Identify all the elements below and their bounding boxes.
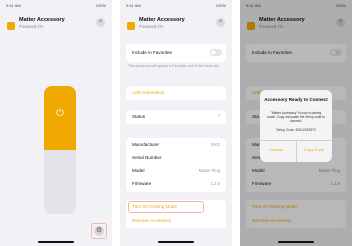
- turn-on-pairing-mode-button[interactable]: Turn On Pairing Mode: [132, 204, 177, 209]
- close-button[interactable]: ×: [216, 18, 225, 27]
- status-row[interactable]: Status ›: [126, 110, 226, 124]
- firmware-value: 1.2.6: [210, 181, 220, 186]
- add-automation-link[interactable]: Add Automation: [132, 90, 164, 95]
- home-indicator: [38, 241, 74, 243]
- manufacturer-value: NXO: [210, 142, 220, 147]
- copy-code-button[interactable]: Copy Code: [304, 147, 324, 152]
- home-indicator: [278, 241, 314, 243]
- remove-accessory-button[interactable]: Remove Accessory: [132, 218, 171, 223]
- accessory-status: Powered On: [139, 24, 164, 29]
- favorites-label: Include in Favorites: [132, 50, 172, 55]
- battery-status: 100%: [95, 3, 106, 8]
- settings-icon[interactable]: ⚙: [94, 226, 104, 236]
- firmware-label: Firmware: [132, 181, 152, 186]
- power-icon: ⏻: [56, 108, 64, 119]
- accessory-name: Matter Accessory: [139, 17, 185, 23]
- setup-code: Setup Code: 30012023970: [276, 128, 316, 132]
- favorites-card: Include in Favorites: [126, 44, 226, 62]
- favorites-note: This accessory will appear in Favorites,…: [128, 64, 220, 68]
- close-button[interactable]: ×: [96, 18, 105, 27]
- screen-pairing-alert: 9:41 AM 100% Matter Accessory Powered On…: [240, 0, 352, 246]
- accessory-icon: [6, 18, 16, 30]
- status-time: 9:41 AM: [126, 3, 141, 8]
- status-label: Status: [132, 114, 146, 119]
- accessory-name: Matter Accessory: [19, 17, 65, 23]
- chevron-right-icon: ›: [218, 113, 220, 119]
- accessory-icon: [126, 18, 136, 30]
- status-bar: 9:41 AM 100%: [126, 3, 226, 11]
- screen-accessory-control: 9:41 AM 100% Matter Accessory Powered On…: [0, 0, 112, 246]
- dismiss-button[interactable]: Dismiss: [269, 147, 283, 152]
- alert-button-divider: [296, 140, 297, 162]
- favorites-toggle[interactable]: [210, 49, 222, 56]
- pairing-alert: Accessory Ready to Connect "Matter Acces…: [260, 90, 332, 162]
- serial-number-label: Serial Number: [132, 155, 162, 160]
- battery-status: 100%: [215, 3, 226, 8]
- alert-title: Accessory Ready to Connect: [264, 97, 328, 102]
- manufacturer-label: Manufacturer: [132, 142, 160, 147]
- model-label: Model: [132, 168, 145, 173]
- info-card: Manufacturer NXO Serial Number Model Mat…: [126, 138, 226, 192]
- home-indicator: [158, 241, 194, 243]
- accessory-status: Powered On: [19, 24, 44, 29]
- status-time: 9:41 AM: [6, 3, 21, 8]
- alert-message: "Matter Accessory" is now in pairing mod…: [267, 111, 325, 124]
- status-bar: 9:41 AM 100%: [6, 3, 106, 11]
- actions-card: Turn On Pairing Mode Remove Accessory: [126, 200, 226, 228]
- add-automation-row[interactable]: Add Automation: [126, 86, 226, 100]
- model-value: Matter Plug: [198, 168, 220, 173]
- power-slider[interactable]: ⏻: [44, 86, 76, 214]
- screen-accessory-settings: 9:41 AM 100% Matter Accessory Powered On…: [120, 0, 232, 246]
